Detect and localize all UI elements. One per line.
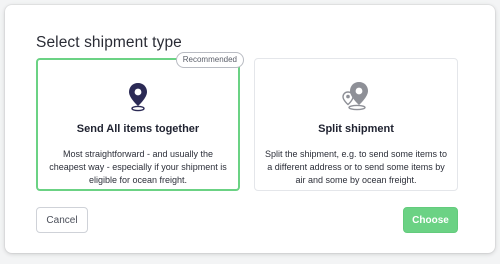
option-description: Split the shipment, e.g. to send some it… xyxy=(264,149,448,185)
option-description: Most straightforward - and usually the c… xyxy=(49,149,227,185)
recommended-badge: Recommended xyxy=(175,52,244,68)
dialog-title: Select shipment type xyxy=(36,34,182,51)
multi-pin-icon xyxy=(341,81,371,116)
option-title: Send All items together xyxy=(76,123,200,135)
choose-button[interactable]: Choose xyxy=(403,207,458,233)
map-pin-icon xyxy=(128,82,148,117)
shipment-type-dialog: Select shipment type Recommended Send Al… xyxy=(5,5,495,253)
cancel-button[interactable]: Cancel xyxy=(36,207,88,233)
option-send-all-together[interactable]: Recommended Send All items together Most… xyxy=(36,52,244,191)
option-split-shipment[interactable]: Split shipment Split the shipment, e.g. … xyxy=(254,58,458,191)
option-title: Split shipment xyxy=(318,123,394,135)
